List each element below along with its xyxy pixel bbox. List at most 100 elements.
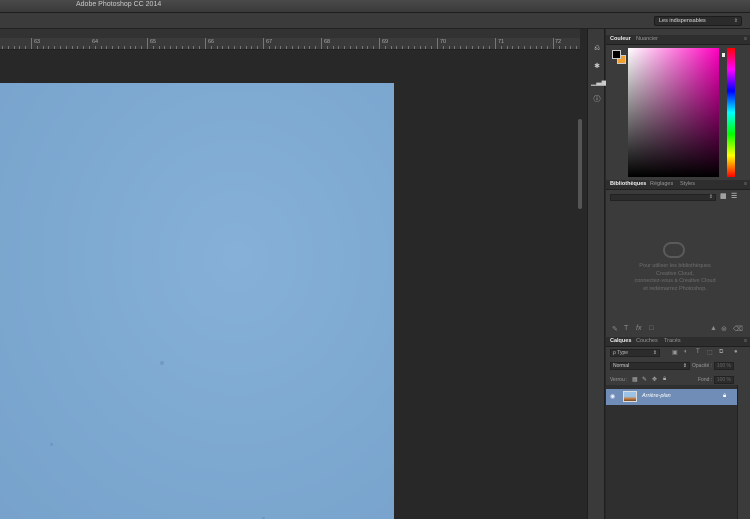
library-select[interactable]: ⇕ [610,194,716,201]
tab-couches[interactable]: Couches [636,338,658,344]
shape-icon[interactable]: □ [649,325,653,332]
ruler-label: 63 [34,39,41,45]
panel-menu-icon[interactable]: ≡ [744,338,747,344]
ruler-tick [228,46,230,49]
tab-reglages[interactable]: Réglages [650,181,673,187]
ruler-tick [367,46,369,49]
layer-filter-select[interactable]: ρ Type ⇕ [610,349,660,357]
ruler-tick [245,46,247,49]
ruler-tick [292,46,293,49]
ruler-tick [257,46,259,49]
vertical-scrollbar[interactable] [578,119,582,209]
ruler-tick [297,46,299,49]
ruler-tick [83,46,85,49]
ruler-tick [71,46,73,49]
panel-menu-icon[interactable]: ≡ [744,181,747,187]
blend-mode-select[interactable]: Normal ⇕ [610,362,690,370]
eye-icon[interactable]: ◉ [610,393,615,400]
ruler-tick [321,38,322,49]
fill-input[interactable]: 100 % [714,376,734,384]
trash-icon[interactable]: ⌫ [733,325,743,333]
ruler-tick [396,46,398,49]
chevron-updown-icon: ⇕ [708,194,713,200]
filter-pixel-icon[interactable]: ▣ [672,349,678,356]
ruler-tick [564,46,566,49]
hue-slider[interactable] [727,48,735,177]
ruler-tick [89,46,90,49]
libraries-message-line: et redémarrez Photoshop. [643,285,707,292]
ruler-tick [506,46,508,49]
text-icon[interactable]: T [624,325,628,332]
tab-bibliotheques[interactable]: Bibliothèques [610,181,646,187]
ruler-tick [431,46,433,49]
brush-settings-icon[interactable]: ✱ [591,61,603,73]
ruler-tick [42,46,44,49]
ruler-tick [379,38,380,49]
histogram-icon[interactable]: ▁▃▅ [591,77,607,89]
history-icon[interactable]: ⎌ [591,43,603,55]
ruler-tick [361,46,363,49]
workspace-select[interactable]: Les indispensables ⇕ [654,16,742,26]
ruler-tick [129,46,131,49]
tab-styles[interactable]: Styles [680,181,695,187]
warning-icon[interactable]: ▲ [710,325,717,332]
ruler-tick [512,46,514,49]
ruler-tick [7,46,9,49]
filter-type-icon[interactable]: T [696,349,700,355]
foreground-color-swatch[interactable] [612,50,621,59]
fx-icon[interactable]: fx [636,325,641,332]
opacity-input[interactable]: 100 % [714,362,734,370]
chevron-updown-icon: ⇕ [682,363,687,369]
chevron-updown-icon: ⇕ [652,350,657,356]
document-image[interactable] [0,83,394,519]
ruler-label: 65 [150,39,157,45]
cc-icon[interactable]: ⊛ [721,325,727,333]
tab-traces[interactable]: Tracés [664,338,681,344]
panel-menu-icon[interactable]: ≡ [744,36,747,42]
ruler-tick [112,46,114,49]
ruler-tick [454,46,456,49]
lock-transparency-icon[interactable]: ▦ [632,376,638,383]
layer-thumbnail [623,391,637,402]
filter-adjust-icon[interactable]: ◐ [684,349,688,355]
ruler-tick [176,46,177,49]
tab-calques[interactable]: Calques [610,338,631,344]
libraries-message: Pour utiliser les bibliothèques Creative… [620,263,730,293]
ruler-tick [280,46,282,49]
ruler-tick [13,46,15,49]
lock-pixels-icon[interactable]: ✎ [642,376,647,383]
ruler-tick [524,46,525,49]
list-view-icon[interactable]: ☰ [731,193,739,201]
ruler-tick [408,46,409,49]
horizontal-ruler[interactable]: 63 64 65 66 67 68 69 70 71 72 [0,38,580,50]
tab-nuancier[interactable]: Nuancier [636,36,658,42]
ruler-tick [425,46,427,49]
ruler-tick [332,46,334,49]
ruler-tick [442,46,444,49]
brush-icon[interactable]: ✎ [612,325,618,333]
layer-row[interactable]: ◉ Arrière-plan 🔒︎ [606,389,737,405]
grid-view-icon[interactable]: ▦ [720,193,728,201]
blend-mode-label: Normal [613,363,630,369]
ruler-tick [309,46,311,49]
libraries-panel-tabs: Bibliothèques Réglages Styles ≡ [606,180,750,190]
ruler-tick [210,46,212,49]
tab-couleur[interactable]: Couleur [610,36,631,42]
info-icon[interactable]: ⓘ [591,94,603,106]
ruler-label: 70 [440,39,447,45]
ruler-tick [187,46,189,49]
filter-smart-icon[interactable]: ⧉ [719,349,723,356]
layers-scrollbar[interactable] [737,385,750,519]
ruler-tick [483,46,485,49]
image-speck [50,443,53,446]
ruler-tick [25,46,27,49]
ruler-label: 64 [92,39,99,45]
ruler-tick [570,46,572,49]
libraries-footer: ✎ T fx □ ▲ ⊛ ⌫ [606,325,750,335]
lock-position-icon[interactable]: ✥ [652,376,657,383]
filter-shape-icon[interactable]: ⬚ [707,349,713,356]
lock-icon: 🔒︎ [723,393,727,399]
color-picker-field[interactable] [628,48,719,177]
lock-all-icon[interactable]: 🔒︎ [663,376,666,383]
filter-toggle-icon[interactable]: ● [734,349,738,355]
